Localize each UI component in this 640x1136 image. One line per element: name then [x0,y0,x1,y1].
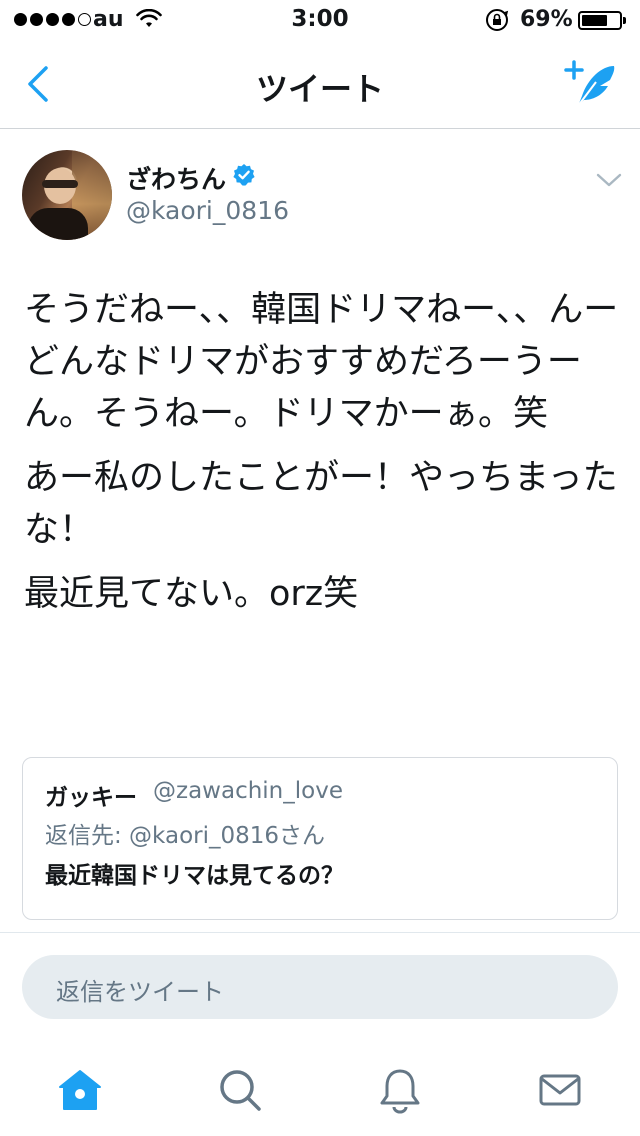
quoted-author-handle: @zawachin_love [153,778,343,804]
navigation-bar: ツイート [0,40,640,129]
reply-placeholder: 返信をツイート [56,978,224,1006]
quoted-tweet[interactable]: ガッキー @zawachin_love 返信先: @kaori_0816さん 最… [22,757,618,920]
tweet-paragraph: あー私のしたことがー！やっちまったな！ [24,458,618,550]
tab-messages[interactable] [536,1066,584,1114]
tab-bar [0,1040,640,1136]
battery-percent: 69% [520,7,573,32]
quoted-author-name: ガッキー [45,785,137,811]
tab-home[interactable] [56,1066,104,1114]
tweet-paragraph: 最近見てない。orz笑 [24,574,359,614]
compose-tweet-icon [564,60,615,107]
status-bar: au 3:00 69% [0,0,640,40]
compose-tweet-button[interactable] [562,56,622,110]
quoted-tweet-text: 最近韓国ドリマは見てるの？ [45,863,344,889]
tweet-options-button[interactable] [594,170,624,190]
reply-input[interactable]: 返信をツイート [22,955,618,1019]
rotation-lock-icon [486,9,509,31]
avatar[interactable] [22,150,112,240]
tweet-detail-screen: au 3:00 69% ツイート ざわちん @kaori_0816 そうだねー、… [0,0,640,1136]
quoted-reply-to: 返信先: @kaori_0816さん [45,823,326,849]
author-handle[interactable]: @kaori_0816 [126,196,289,225]
notifications-icon [380,1069,420,1114]
home-icon [59,1070,101,1110]
tweet-text: そうだねー、、韓国ドリマねー、、んーどんなドリマがおすすめだろーうーん。そうねー… [24,284,624,632]
messages-icon [539,1074,581,1106]
chevron-down-icon [596,173,622,187]
battery-icon [578,11,622,30]
search-icon [220,1070,261,1111]
verified-badge-icon [233,164,255,186]
author-display-name[interactable]: ざわちん [126,160,226,196]
tweet-paragraph: そうだねー、、韓国ドリマねー、、んーどんなドリマがおすすめだろーうーん。そうねー… [24,290,619,434]
tab-notifications[interactable] [376,1066,424,1114]
divider [0,932,640,933]
tab-search[interactable] [216,1066,264,1114]
page-title: ツイート [255,70,384,108]
